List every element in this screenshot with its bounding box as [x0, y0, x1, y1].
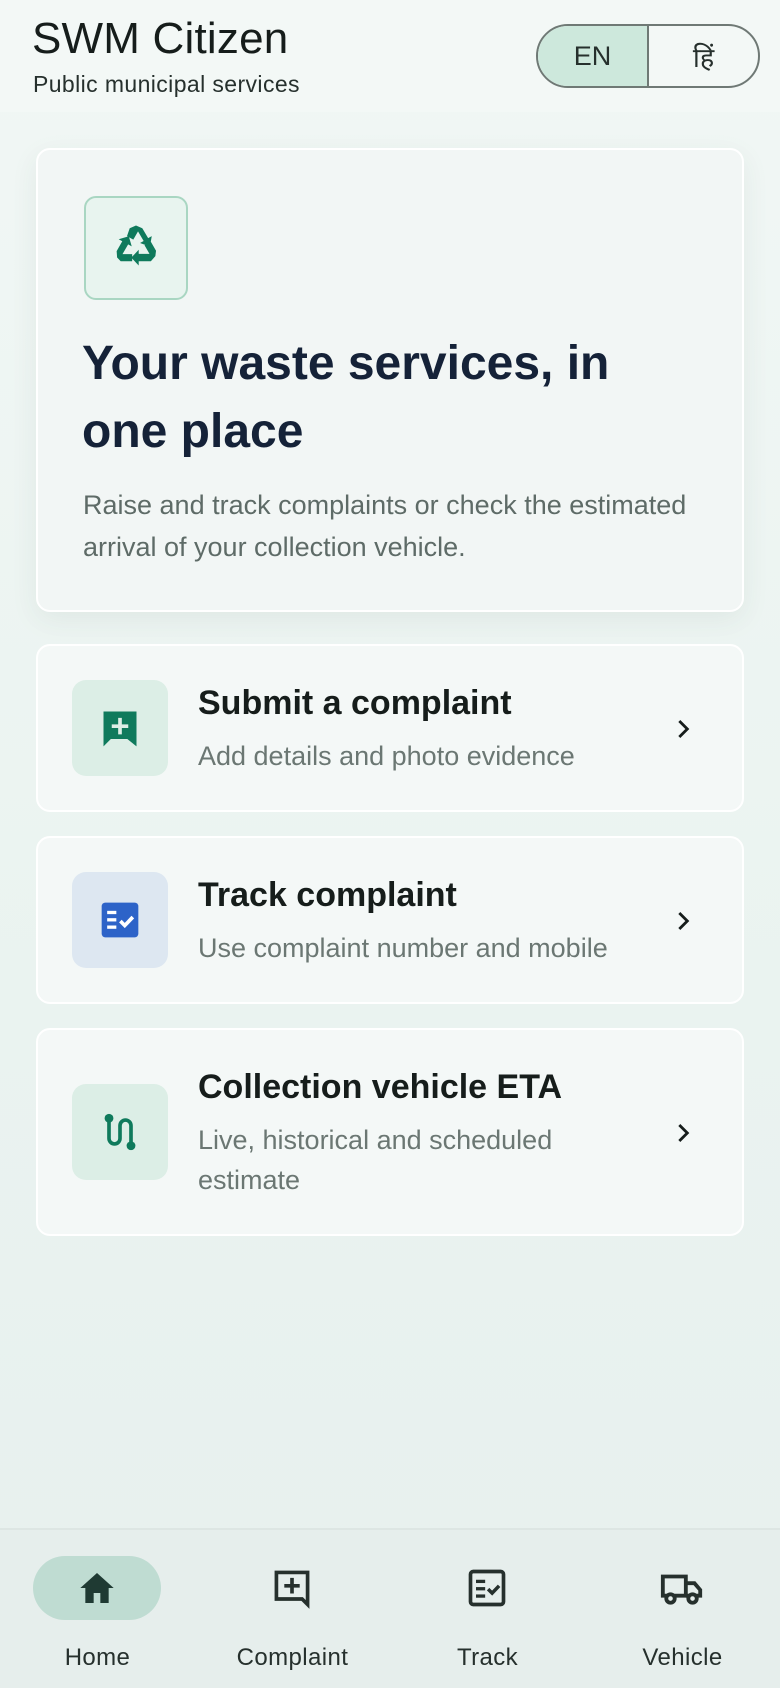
track-complaint-icon-box	[72, 872, 168, 968]
chevron-right-icon	[668, 714, 698, 744]
app-subtitle: Public municipal services	[33, 71, 300, 97]
nav-vehicle-label: Vehicle	[642, 1644, 723, 1671]
nav-item-home[interactable]: Home	[0, 1530, 195, 1688]
add-comment-icon	[103, 711, 137, 747]
checklist-outline-icon	[468, 1569, 506, 1607]
nav-item-complaint[interactable]: Complaint	[195, 1530, 390, 1688]
track-complaint-card[interactable]: Track complaint Use complaint number and…	[36, 836, 744, 1004]
nav-home-pill	[33, 1556, 161, 1620]
nav-item-vehicle[interactable]: Vehicle	[585, 1530, 780, 1688]
nav-home-label: Home	[64, 1644, 131, 1671]
nav-vehicle-pill	[618, 1556, 746, 1620]
vehicle-eta-icon-box	[72, 1084, 168, 1180]
hero-card: Your waste services, in one place Raise …	[36, 148, 744, 612]
vehicle-eta-subtitle: Live, historical and scheduled estimate	[198, 1125, 553, 1195]
language-toggle: EN हिं	[536, 24, 760, 88]
hero-description: Raise and track complaints or check the …	[83, 490, 687, 562]
home-screen: SWM Citizen Public municipal services EN…	[0, 0, 780, 1688]
submit-complaint-icon-box	[72, 680, 168, 776]
language-hi-button[interactable]: हिं	[649, 26, 758, 86]
vehicle-eta-card[interactable]: Collection vehicle ETA Live, historical …	[36, 1028, 744, 1236]
truck-icon	[660, 1574, 703, 1605]
nav-item-track[interactable]: Track	[390, 1530, 585, 1688]
track-complaint-title: Track complaint	[198, 876, 457, 914]
recycle-icon	[116, 225, 157, 266]
submit-complaint-subtitle: Add details and photo evidence	[198, 741, 575, 771]
nav-complaint-pill	[228, 1556, 356, 1620]
hero-title: Your waste services, in one place	[82, 337, 610, 458]
nav-complaint-label: Complaint	[236, 1644, 349, 1671]
chevron-right-icon	[668, 906, 698, 936]
vehicle-eta-title: Collection vehicle ETA	[198, 1068, 563, 1106]
track-complaint-subtitle: Use complaint number and mobile	[198, 933, 608, 963]
hero-icon-box	[84, 196, 188, 300]
home-icon	[80, 1573, 114, 1603]
submit-complaint-card[interactable]: Submit a complaint Add details and photo…	[36, 644, 744, 812]
submit-complaint-title: Submit a complaint	[198, 684, 512, 722]
app-header: SWM Citizen Public municipal services EN…	[0, 0, 780, 112]
checklist-icon	[101, 902, 139, 938]
bottom-navigation: Home Complaint Track Vehicle	[0, 1528, 780, 1688]
add-comment-outline-icon	[274, 1570, 310, 1609]
nav-track-label: Track	[456, 1644, 519, 1671]
chevron-right-icon	[668, 1118, 698, 1148]
app-title: SWM Citizen	[32, 14, 289, 63]
nav-track-pill	[423, 1556, 551, 1620]
language-en-button[interactable]: EN	[538, 26, 647, 86]
route-icon	[104, 1113, 136, 1151]
